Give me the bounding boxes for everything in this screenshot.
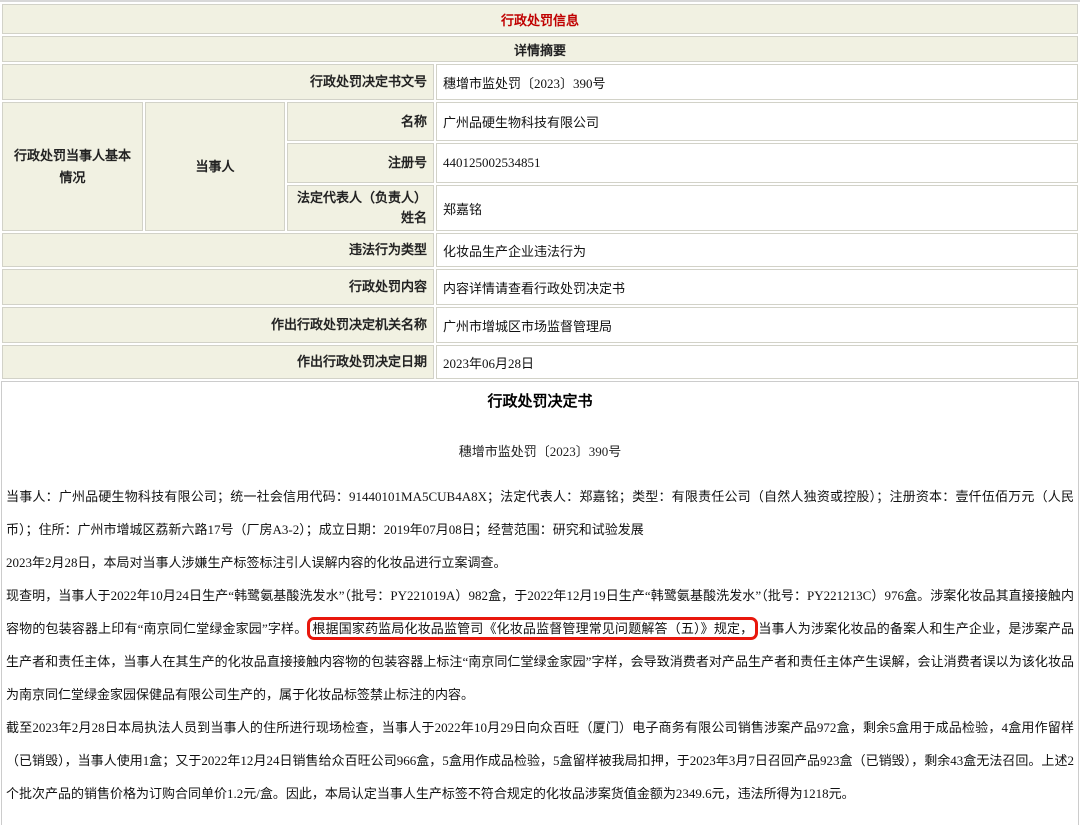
table-row: 作出行政处罚决定机关名称 广州市增城区市场监督管理局	[2, 307, 1078, 343]
doc-number-value: 穗增市监处罚〔2023〕390号	[436, 64, 1078, 100]
penalty-content-value: 内容详情请查看行政处罚决定书	[436, 269, 1078, 305]
table-row: 行政处罚信息	[2, 4, 1078, 34]
penalty-content-label: 行政处罚内容	[2, 269, 434, 305]
party-section-label: 行政处罚当事人基本情况	[2, 102, 143, 231]
party-info-paragraph: 当事人：广州品硬生物科技有限公司；统一社会信用代码：91440101MA5CUB…	[6, 480, 1074, 546]
violation-type-label: 违法行为类型	[2, 233, 434, 267]
doc-number-label: 行政处罚决定书文号	[2, 64, 434, 100]
registration-number-label: 注册号	[287, 143, 434, 183]
company-name-value: 广州品硬生物科技有限公司	[436, 102, 1078, 141]
legal-representative-label: 法定代表人（负责人）姓名	[287, 185, 434, 231]
table-row: 行政处罚决定书文号 穗增市监处罚〔2023〕390号	[2, 64, 1078, 100]
findings-paragraph: 现查明，当事人于2022年10月24日生产“韩鹭氨基酸洗发水”（批号：PY221…	[6, 579, 1074, 711]
decision-document-number: 穗增市监处罚〔2023〕390号	[6, 441, 1074, 460]
table-row: 详情摘要	[2, 36, 1078, 62]
penalty-summary-table: 行政处罚信息 详情摘要 行政处罚决定书文号 穗增市监处罚〔2023〕390号 行…	[0, 2, 1080, 381]
penalty-decision-document: 行政处罚决定书 穗增市监处罚〔2023〕390号 当事人：广州品硬生物科技有限公…	[1, 381, 1079, 825]
authority-name-value: 广州市增城区市场监督管理局	[436, 307, 1078, 343]
inspection-and-value-paragraph: 截至2023年2月28日本局执法人员到当事人的住所进行现场检查，当事人于2022…	[6, 711, 1074, 810]
table-row: 行政处罚内容 内容详情请查看行政处罚决定书	[2, 269, 1078, 305]
violation-type-value: 化妆品生产企业违法行为	[436, 233, 1078, 267]
decision-document-title: 行政处罚决定书	[6, 390, 1074, 411]
table-row: 作出行政处罚决定日期 2023年06月28日	[2, 345, 1078, 379]
legal-representative-value: 郑嘉铭	[436, 185, 1078, 231]
page-frame: 行政处罚信息 详情摘要 行政处罚决定书文号 穗增市监处罚〔2023〕390号 行…	[0, 0, 1080, 825]
decision-date-value: 2023年06月28日	[436, 345, 1078, 379]
company-name-label: 名称	[287, 102, 434, 141]
summary-subtitle: 详情摘要	[2, 36, 1078, 62]
party-label: 当事人	[145, 102, 285, 231]
regulation-highlight-box: 根据国家药监局化妆品监管司《化妆品监督管理常见问题解答（五）》规定，	[307, 617, 758, 640]
case-filing-paragraph: 2023年2月28日，本局对当事人涉嫌生产标签标注引人误解内容的化妆品进行立案调…	[6, 546, 1074, 579]
decision-date-label: 作出行政处罚决定日期	[2, 345, 434, 379]
page-title: 行政处罚信息	[2, 4, 1078, 34]
registration-number-value: 440125002534851	[436, 143, 1078, 183]
authority-name-label: 作出行政处罚决定机关名称	[2, 307, 434, 343]
table-row: 违法行为类型 化妆品生产企业违法行为	[2, 233, 1078, 267]
table-row: 行政处罚当事人基本情况 当事人 名称 广州品硬生物科技有限公司	[2, 102, 1078, 141]
